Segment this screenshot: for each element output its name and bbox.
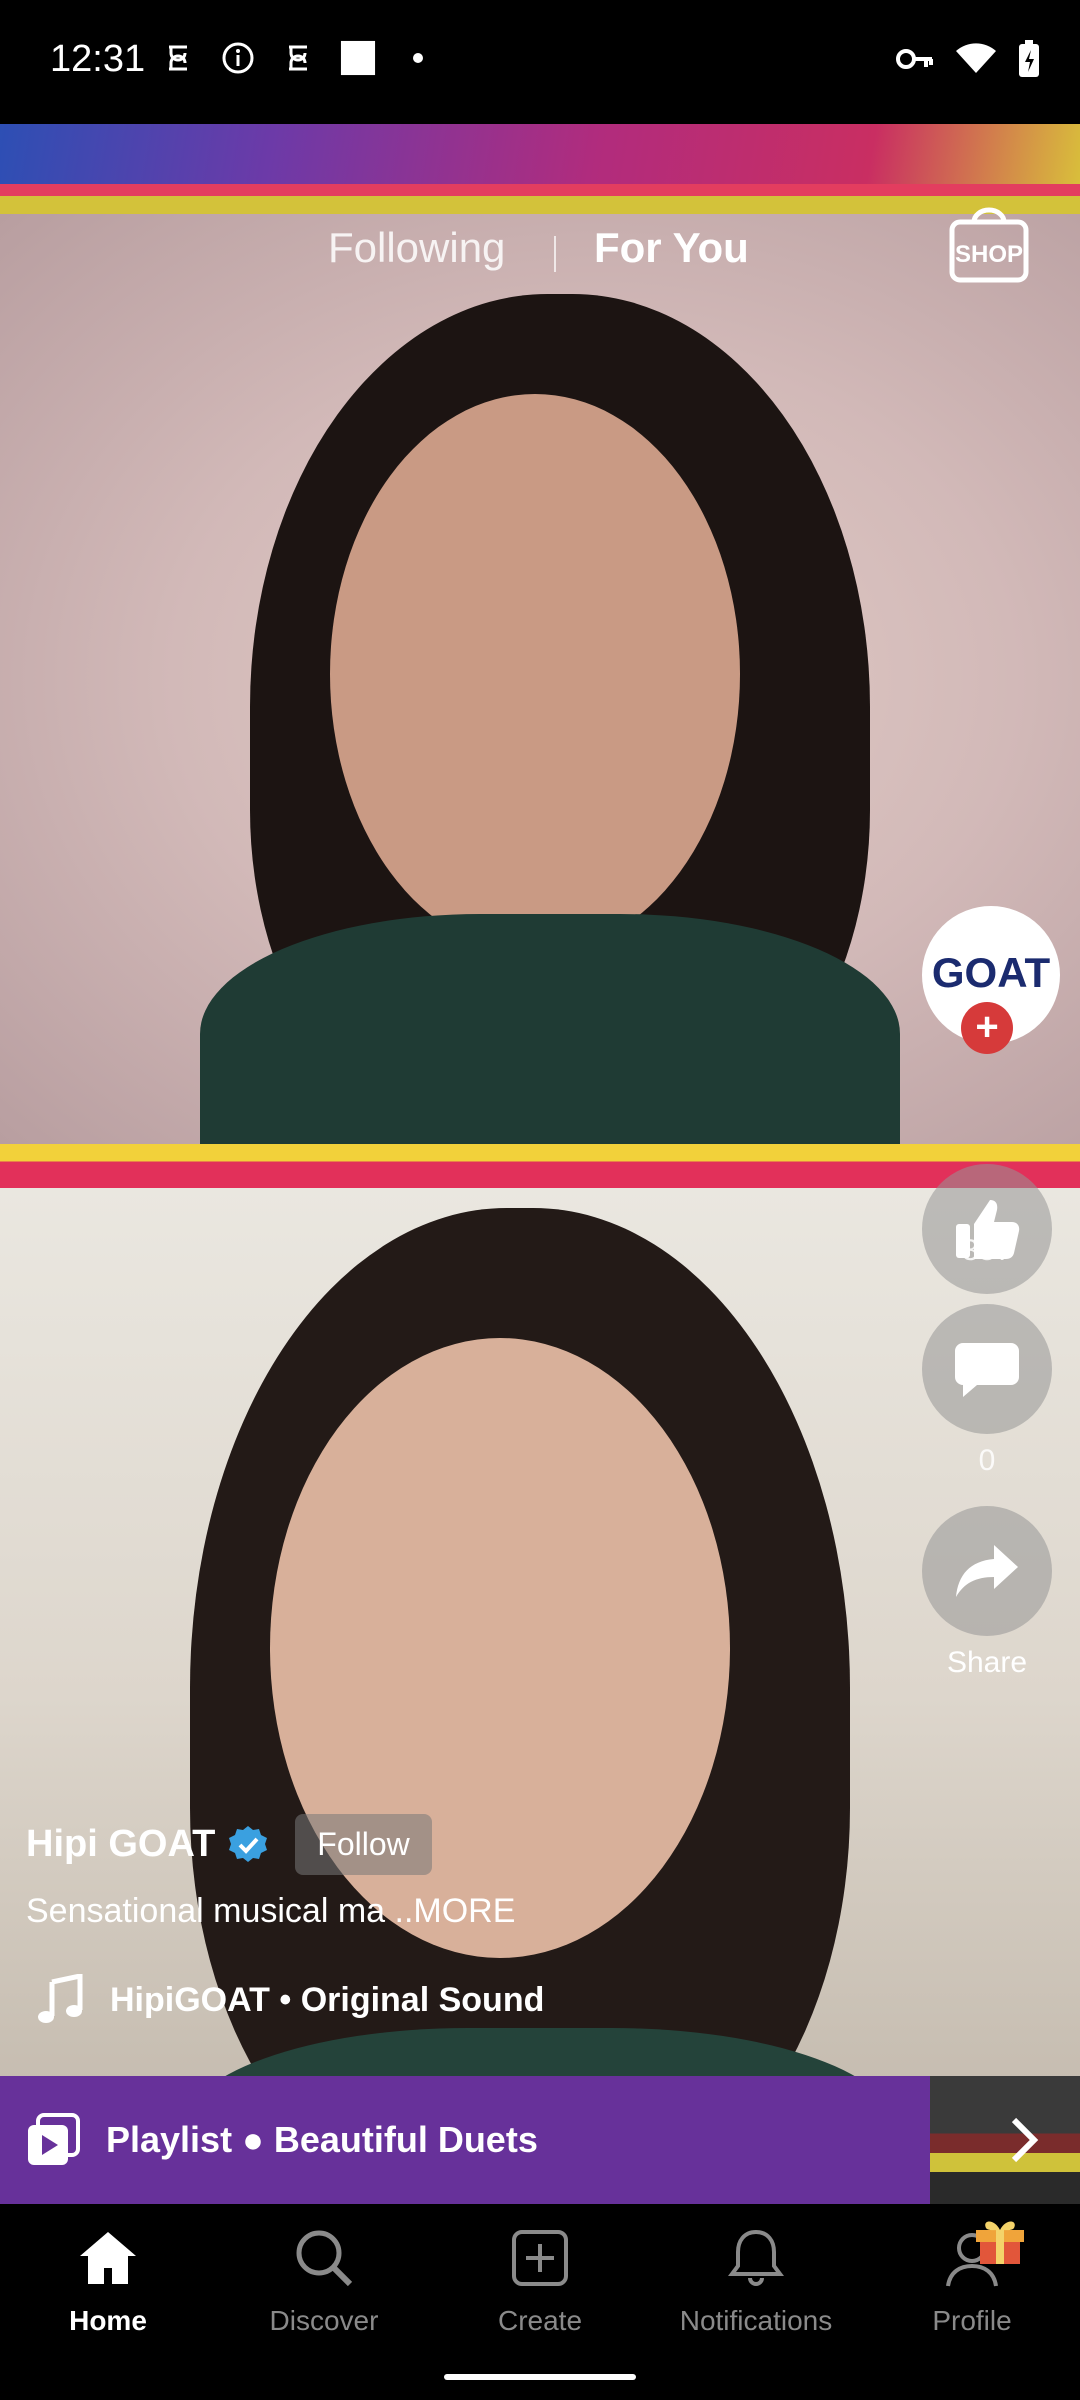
tab-following[interactable]: Following bbox=[328, 224, 505, 272]
home-indicator[interactable] bbox=[444, 2374, 636, 2380]
playlist-label: Playlist ● Beautiful Duets bbox=[106, 2119, 538, 2160]
shop-bag-icon: SHOP bbox=[949, 207, 1029, 283]
nav-discover[interactable]: Discover bbox=[216, 2226, 432, 2337]
status-time: 12:31 bbox=[50, 38, 146, 80]
shop-button[interactable]: SHOP bbox=[948, 204, 1030, 286]
nav-profile-label: Profile bbox=[932, 2305, 1012, 2336]
avatar-logo: GOAT bbox=[931, 949, 1051, 996]
video-panel-bottom bbox=[0, 1188, 1080, 2204]
duet-divider bbox=[0, 1144, 1080, 1188]
home-icon bbox=[80, 2232, 136, 2284]
comment-icon bbox=[955, 1343, 1019, 1397]
nav-notifications-label: Notifications bbox=[679, 2305, 833, 2336]
post-caption[interactable]: Sensational musical ma ..MORE bbox=[26, 1892, 515, 1931]
info-icon bbox=[220, 40, 256, 76]
nav-create[interactable]: Create bbox=[432, 2226, 648, 2337]
square-icon bbox=[340, 40, 376, 76]
comment-button[interactable] bbox=[922, 1304, 1052, 1434]
nav-home[interactable]: Home bbox=[0, 2226, 216, 2337]
sync-icon bbox=[280, 40, 316, 76]
sync-icon bbox=[160, 40, 196, 76]
like-button[interactable] bbox=[922, 1164, 1052, 1294]
bell-icon bbox=[728, 2229, 784, 2286]
status-bar: 12:31 bbox=[0, 0, 1080, 124]
battery-icon bbox=[1018, 40, 1040, 83]
search-icon bbox=[296, 2230, 353, 2287]
comment-count: 0 bbox=[978, 1444, 996, 1477]
video-top-banner bbox=[0, 124, 1080, 214]
status-icons-left bbox=[160, 40, 436, 76]
dot-icon bbox=[400, 40, 436, 76]
creator-row: Hipi GOAT Follow bbox=[26, 1814, 432, 1875]
shop-label: SHOP bbox=[955, 241, 1023, 268]
create-icon bbox=[512, 2230, 568, 2286]
sound-row[interactable]: HipiGOAT • Original Sound bbox=[36, 1974, 544, 2026]
video-player[interactable]: Following For You SHOP GOAT + 387 0 Shar… bbox=[0, 124, 1080, 2204]
nav-create-label: Create bbox=[497, 2305, 583, 2336]
tab-separator bbox=[554, 236, 556, 272]
playlist-bar[interactable]: Playlist ● Beautiful Duets bbox=[0, 2076, 930, 2204]
feed-tabs: Following For You bbox=[0, 220, 1080, 290]
wifi-icon bbox=[956, 43, 996, 80]
follow-plus-icon[interactable]: + bbox=[961, 1002, 1013, 1054]
follow-button[interactable]: Follow bbox=[295, 1814, 432, 1875]
share-label: Share bbox=[946, 1646, 1028, 1679]
gift-icon[interactable] bbox=[972, 2210, 1028, 2266]
share-icon bbox=[956, 1545, 1018, 1597]
nav-notifications[interactable]: Notifications bbox=[648, 2226, 864, 2337]
sound-name: HipiGOAT • Original Sound bbox=[110, 1980, 545, 2019]
playlist-icon bbox=[28, 2113, 80, 2165]
video-panel-top bbox=[0, 214, 1080, 1214]
status-icons-right bbox=[896, 40, 1040, 83]
like-count: 387 bbox=[961, 1234, 1013, 1267]
nav-home-label: Home bbox=[69, 2305, 147, 2336]
key-icon bbox=[896, 46, 934, 77]
share-button[interactable] bbox=[922, 1506, 1052, 1636]
bottom-nav: Home Discover Create Notifications Profi… bbox=[0, 2204, 1080, 2400]
creator-name[interactable]: Hipi GOAT bbox=[26, 1823, 215, 1866]
nav-discover-label: Discover bbox=[269, 2305, 379, 2336]
verified-icon bbox=[229, 1825, 268, 1862]
tab-for-you[interactable]: For You bbox=[594, 224, 749, 272]
music-note-icon bbox=[38, 1974, 83, 2023]
chevron-right-icon[interactable] bbox=[1000, 2112, 1048, 2168]
